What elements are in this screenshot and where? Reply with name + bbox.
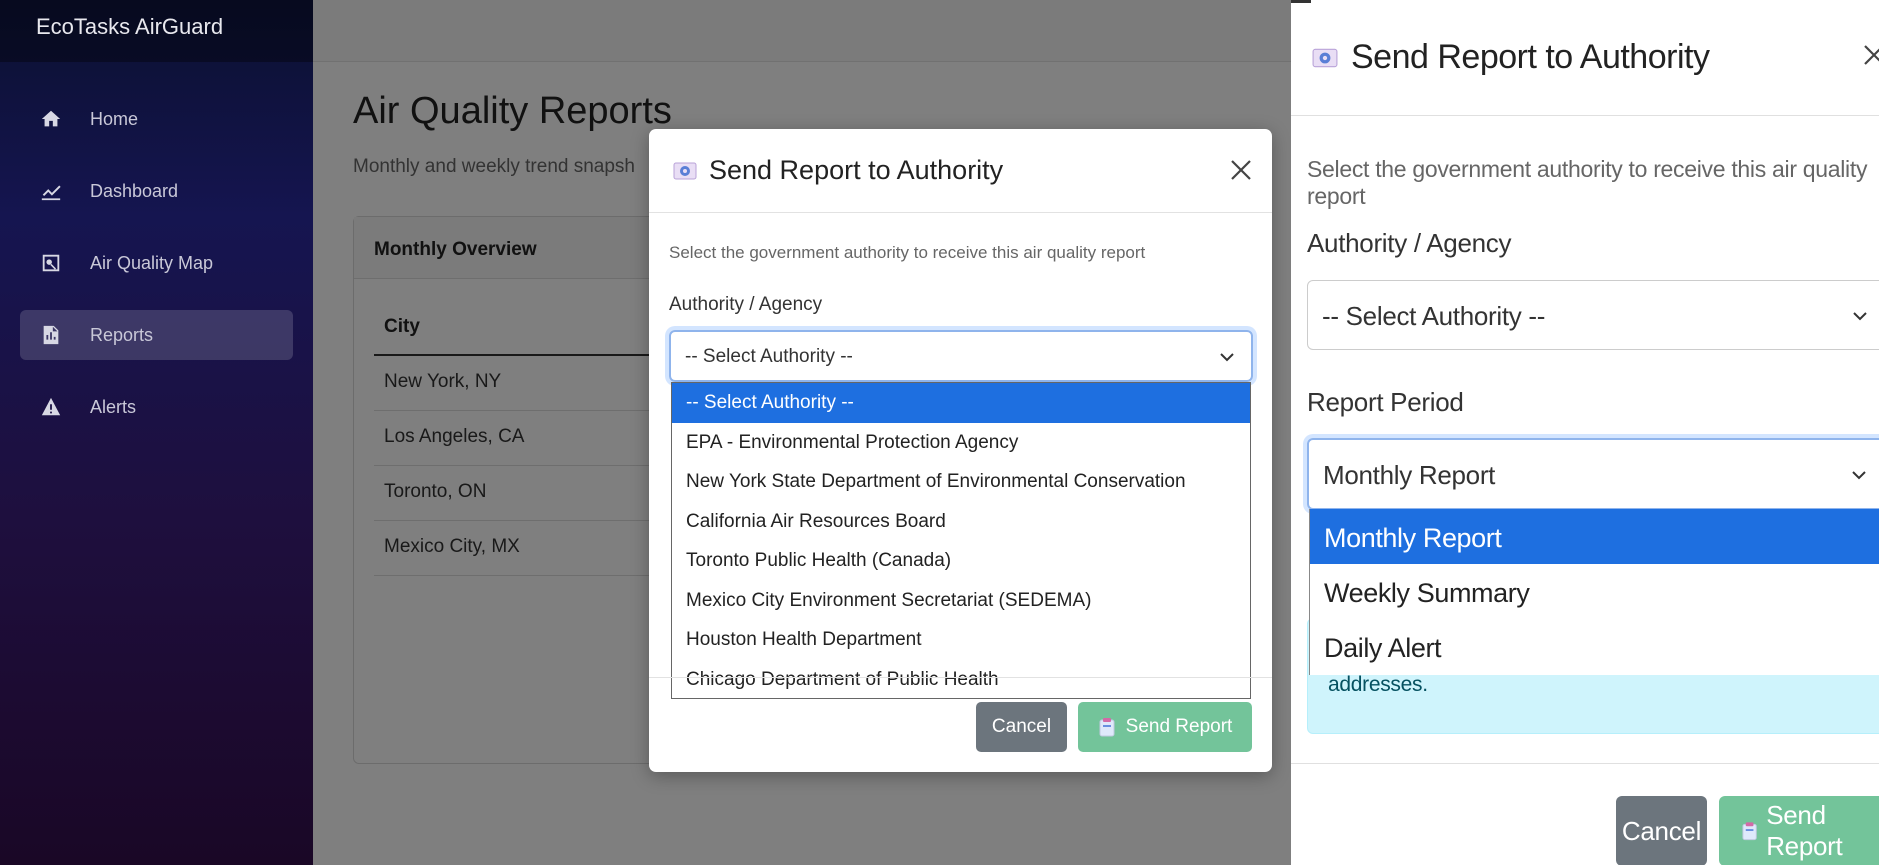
authority-option[interactable]: New York State Department of Environment… bbox=[672, 462, 1250, 502]
chevron-down-icon bbox=[1853, 312, 1867, 321]
sidebar-item-reports[interactable]: Reports bbox=[20, 310, 293, 360]
sidebar-item-label: Reports bbox=[90, 324, 154, 345]
zoom-modal-description: Select the government authority to recei… bbox=[1307, 156, 1868, 209]
chevron-down-icon bbox=[1852, 471, 1866, 480]
authority-label: Authority / Agency bbox=[669, 294, 823, 315]
modal-header: Send Report to Authority bbox=[649, 129, 1272, 213]
chart-line-icon bbox=[38, 178, 64, 204]
info-alert-text: addresses. bbox=[1328, 673, 1428, 696]
zoomed-modal-panel: Send Report to Authority Select the gove… bbox=[1291, 0, 1879, 865]
send-report-modal: Send Report to Authority Select the gove… bbox=[649, 129, 1272, 772]
modal-description: Select the government authority to recei… bbox=[669, 243, 1146, 262]
sidebar-nav: Home Dashboard Air Quality Map Reports A… bbox=[0, 62, 313, 432]
sidebar-item-dashboard[interactable]: Dashboard bbox=[20, 166, 293, 216]
zoom-cancel-button[interactable]: Cancel bbox=[1616, 796, 1707, 865]
authority-option[interactable]: Chicago Department of Public Health bbox=[672, 660, 1250, 700]
send-report-button[interactable]: Send Report bbox=[1078, 702, 1252, 752]
period-dropdown-list: Monthly Report Weekly Summary Daily Aler… bbox=[1309, 509, 1879, 675]
brand-title: EcoTasks AirGuard bbox=[0, 0, 313, 62]
period-option[interactable]: Daily Alert bbox=[1310, 619, 1879, 674]
zoom-footer-divider bbox=[1291, 763, 1879, 764]
clipboard-icon bbox=[1742, 822, 1757, 841]
zoom-modal-header: Send Report to Authority bbox=[1291, 0, 1879, 116]
sidebar-item-alerts[interactable]: Alerts bbox=[20, 382, 293, 432]
zoom-send-report-label: Send Report bbox=[1766, 800, 1843, 861]
report-icon bbox=[38, 322, 64, 348]
zoom-period-select[interactable]: Monthly Report bbox=[1307, 438, 1879, 510]
period-option[interactable]: Weekly Summary bbox=[1310, 564, 1879, 619]
authority-option[interactable]: Mexico City Environment Secretariat (SED… bbox=[672, 581, 1250, 621]
authority-select[interactable]: -- Select Authority -- bbox=[669, 330, 1253, 382]
envelope-icon bbox=[1311, 44, 1339, 72]
authority-option[interactable]: California Air Resources Board bbox=[672, 502, 1250, 542]
modal-title: Send Report to Authority bbox=[709, 155, 1004, 185]
zoom-send-report-button[interactable]: Send Report bbox=[1719, 796, 1879, 865]
modal-footer-divider bbox=[649, 677, 1272, 678]
sidebar-item-label: Home bbox=[90, 108, 139, 129]
authority-select-value: -- Select Authority -- bbox=[685, 346, 853, 367]
authority-option[interactable]: -- Select Authority -- bbox=[672, 383, 1250, 423]
sidebar-item-label: Alerts bbox=[90, 396, 137, 417]
home-icon bbox=[38, 106, 64, 132]
sidebar-item-home[interactable]: Home bbox=[20, 94, 293, 144]
zoom-authority-select-value: -- Select Authority -- bbox=[1322, 301, 1546, 331]
zoom-period-label: Report Period bbox=[1307, 387, 1464, 417]
sidebar: EcoTasks AirGuard Home Dashboard Air Qua… bbox=[0, 0, 313, 865]
envelope-icon bbox=[671, 159, 699, 183]
map-icon bbox=[38, 250, 64, 276]
authority-option[interactable]: Houston Health Department bbox=[672, 620, 1250, 660]
clipboard-icon bbox=[1099, 718, 1115, 737]
sidebar-item-label: Air Quality Map bbox=[90, 252, 214, 273]
sidebar-item-label: Dashboard bbox=[90, 180, 179, 201]
zoom-period-select-value: Monthly Report bbox=[1323, 460, 1496, 490]
close-icon[interactable] bbox=[1226, 155, 1256, 185]
sidebar-item-air-quality-map[interactable]: Air Quality Map bbox=[20, 238, 293, 288]
send-report-label: Send Report bbox=[1125, 716, 1233, 737]
chevron-down-icon bbox=[1220, 353, 1234, 362]
warning-icon bbox=[38, 394, 64, 420]
authority-option[interactable]: Toronto Public Health (Canada) bbox=[672, 541, 1250, 581]
authority-option[interactable]: EPA - Environmental Protection Agency bbox=[672, 423, 1250, 463]
authority-dropdown-list: -- Select Authority -- EPA - Environment… bbox=[671, 382, 1251, 699]
zoom-authority-label: Authority / Agency bbox=[1307, 228, 1512, 258]
period-option[interactable]: Monthly Report bbox=[1310, 509, 1879, 564]
zoom-authority-select[interactable]: -- Select Authority -- bbox=[1307, 280, 1879, 350]
zoom-modal-title: Send Report to Authority bbox=[1351, 38, 1710, 76]
close-icon[interactable] bbox=[1859, 40, 1879, 70]
cancel-button[interactable]: Cancel bbox=[976, 702, 1067, 752]
